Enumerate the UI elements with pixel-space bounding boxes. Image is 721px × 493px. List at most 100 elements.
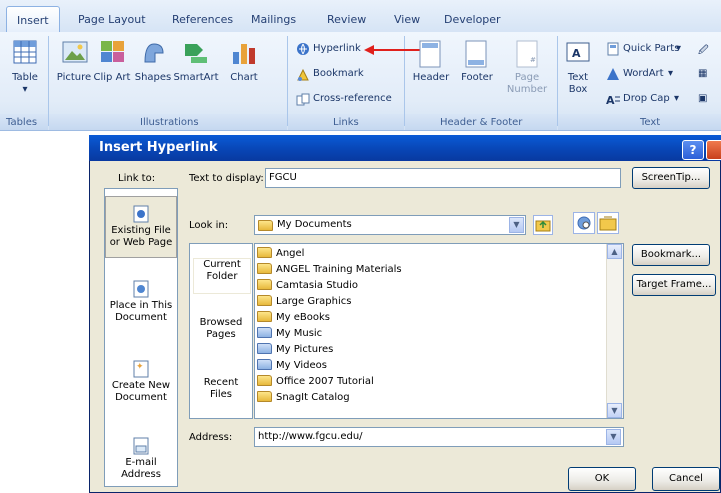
hyperlink-label: Hyperlink <box>313 43 361 54</box>
tab-references[interactable]: References <box>172 13 233 26</box>
shapes-button[interactable]: Shapes <box>132 38 174 108</box>
drop-cap-icon: A <box>606 94 620 107</box>
link-to-create-new-document[interactable]: ✦ Create New Document <box>105 360 177 412</box>
browse-file-icon <box>599 216 617 231</box>
list-item[interactable]: SnagIt Catalog <box>257 391 350 406</box>
list-item[interactable]: Camtasia Studio <box>257 279 358 294</box>
look-in-select[interactable]: My Documents <box>254 215 526 235</box>
tab-developer[interactable]: Developer <box>444 13 501 26</box>
chart-label: Chart <box>230 72 258 83</box>
close-button[interactable] <box>706 140 721 160</box>
up-folder-button[interactable] <box>533 215 553 235</box>
address-input[interactable]: http://www.fgcu.edu/ <box>254 427 624 447</box>
file-name: My Pictures <box>276 344 334 355</box>
cross-reference-label: Cross-reference <box>313 93 392 104</box>
quick-parts-button[interactable]: Quick Parts ▾ <box>606 42 686 58</box>
chevron-down-icon: ▾ <box>22 84 28 95</box>
cancel-button[interactable]: Cancel <box>652 467 720 491</box>
list-item[interactable]: My Music <box>257 327 322 342</box>
page-number-button[interactable]: # Page Number <box>500 38 554 112</box>
screentip-button[interactable]: ScreenTip... <box>632 167 710 189</box>
list-item[interactable]: My Videos <box>257 359 327 374</box>
picture-button[interactable]: Picture <box>52 38 96 108</box>
object-icon[interactable]: ▣ <box>698 93 707 104</box>
help-button[interactable]: ? <box>682 140 704 160</box>
clip-art-icon <box>101 41 124 62</box>
scroll-up-arrow[interactable]: ▲ <box>607 244 622 259</box>
cross-reference-button[interactable]: Cross-reference <box>296 92 396 108</box>
link-to-existing-file[interactable]: Existing File or Web Page <box>105 196 177 258</box>
drop-cap-label: Drop Cap <box>623 93 670 104</box>
look-in-label: Look in: <box>189 220 229 231</box>
folder-icon <box>257 247 272 258</box>
list-item[interactable]: My Pictures <box>257 343 333 358</box>
wordart-button[interactable]: WordArt ▾ <box>606 67 686 83</box>
header-button[interactable]: Header <box>408 38 454 112</box>
page-number-label: Page Number <box>506 72 548 95</box>
bookmark-label: Bookmark <box>313 68 364 79</box>
text-to-display-input[interactable]: FGCU <box>265 168 621 188</box>
browse-web-button[interactable] <box>573 212 595 234</box>
list-item[interactable]: ANGEL Training Materials <box>257 263 402 278</box>
tab-insert[interactable]: Insert <box>6 6 60 32</box>
list-item[interactable]: My eBooks <box>257 311 330 326</box>
target-frame-button[interactable]: Target Frame... <box>632 274 716 296</box>
table-icon <box>13 40 37 64</box>
list-item[interactable]: Office 2007 Tutorial <box>257 375 374 390</box>
header-label: Header <box>412 72 450 83</box>
group-separator <box>48 36 49 126</box>
chart-button[interactable]: Chart <box>222 38 266 108</box>
tab-view[interactable]: View <box>394 13 420 26</box>
date-time-icon[interactable]: ▦ <box>698 68 707 79</box>
signature-line-icon[interactable]: 🖉 <box>698 43 709 60</box>
file-name: My eBooks <box>276 312 330 323</box>
table-label: Table <box>12 72 38 83</box>
group-separator <box>287 36 288 126</box>
list-item[interactable]: Angel <box>257 247 304 262</box>
picture-icon <box>62 41 88 63</box>
bookmark-button[interactable]: Bookmark <box>296 67 380 83</box>
look-in-dropdown-arrow[interactable]: ▼ <box>509 217 524 233</box>
tab-mailings[interactable]: Mailings <box>251 13 296 26</box>
file-list: Angel ANGEL Training Materials Camtasia … <box>254 243 624 419</box>
existing-file-label: Existing File or Web Page <box>109 225 173 248</box>
scroll-down-arrow[interactable]: ▼ <box>607 403 622 418</box>
address-dropdown-arrow[interactable]: ▼ <box>606 429 621 445</box>
text-box-button[interactable]: A Text Box <box>562 38 594 112</box>
drop-cap-button[interactable]: A Drop Cap ▾ <box>606 92 686 108</box>
tab-review[interactable]: Review <box>327 13 366 26</box>
clip-art-button[interactable]: Clip Art <box>92 38 132 108</box>
file-list-scrollbar[interactable] <box>606 244 623 418</box>
file-name: ANGEL Training Materials <box>276 264 402 275</box>
link-to-email-address[interactable]: E-mail Address <box>105 437 177 481</box>
cross-reference-icon <box>296 93 310 106</box>
tables-group-label: Tables <box>6 117 38 128</box>
quick-parts-label: Quick Parts <box>623 43 680 54</box>
ok-button[interactable]: OK <box>568 467 636 491</box>
bookmark-dialog-button[interactable]: Bookmark... <box>632 244 710 266</box>
table-button[interactable]: Table ▾ <box>4 38 46 108</box>
text-box-icon: A <box>566 42 590 62</box>
folder-icon <box>257 295 272 306</box>
group-separator <box>557 36 558 126</box>
ribbon-tab-bar: Insert Page Layout References Mailings R… <box>0 0 721 33</box>
smartart-label: SmartArt <box>173 72 219 83</box>
browsed-pages-tab[interactable]: Browsed Pages <box>193 317 249 351</box>
link-to-place-in-document[interactable]: Place in This Document <box>105 280 177 332</box>
list-item[interactable]: Large Graphics <box>257 295 351 310</box>
current-folder-tab[interactable]: Current Folder <box>193 258 251 294</box>
tab-page-layout[interactable]: Page Layout <box>78 13 146 26</box>
footer-icon <box>465 40 487 68</box>
new-document-icon: ✦ <box>133 360 149 378</box>
music-folder-icon <box>257 327 272 338</box>
browse-file-button[interactable] <box>597 212 619 234</box>
footer-button[interactable]: Footer <box>454 38 500 112</box>
recent-files-tab[interactable]: Recent Files <box>193 377 249 411</box>
create-new-document-label: Create New Document <box>111 380 171 403</box>
file-name: Angel <box>276 248 305 259</box>
svg-text:#: # <box>530 56 536 64</box>
smartart-button[interactable]: SmartArt <box>172 38 220 108</box>
page-number-icon: # <box>516 40 538 68</box>
link-to-label: Link to: <box>118 173 156 184</box>
place-in-document-label: Place in This Document <box>109 300 173 323</box>
